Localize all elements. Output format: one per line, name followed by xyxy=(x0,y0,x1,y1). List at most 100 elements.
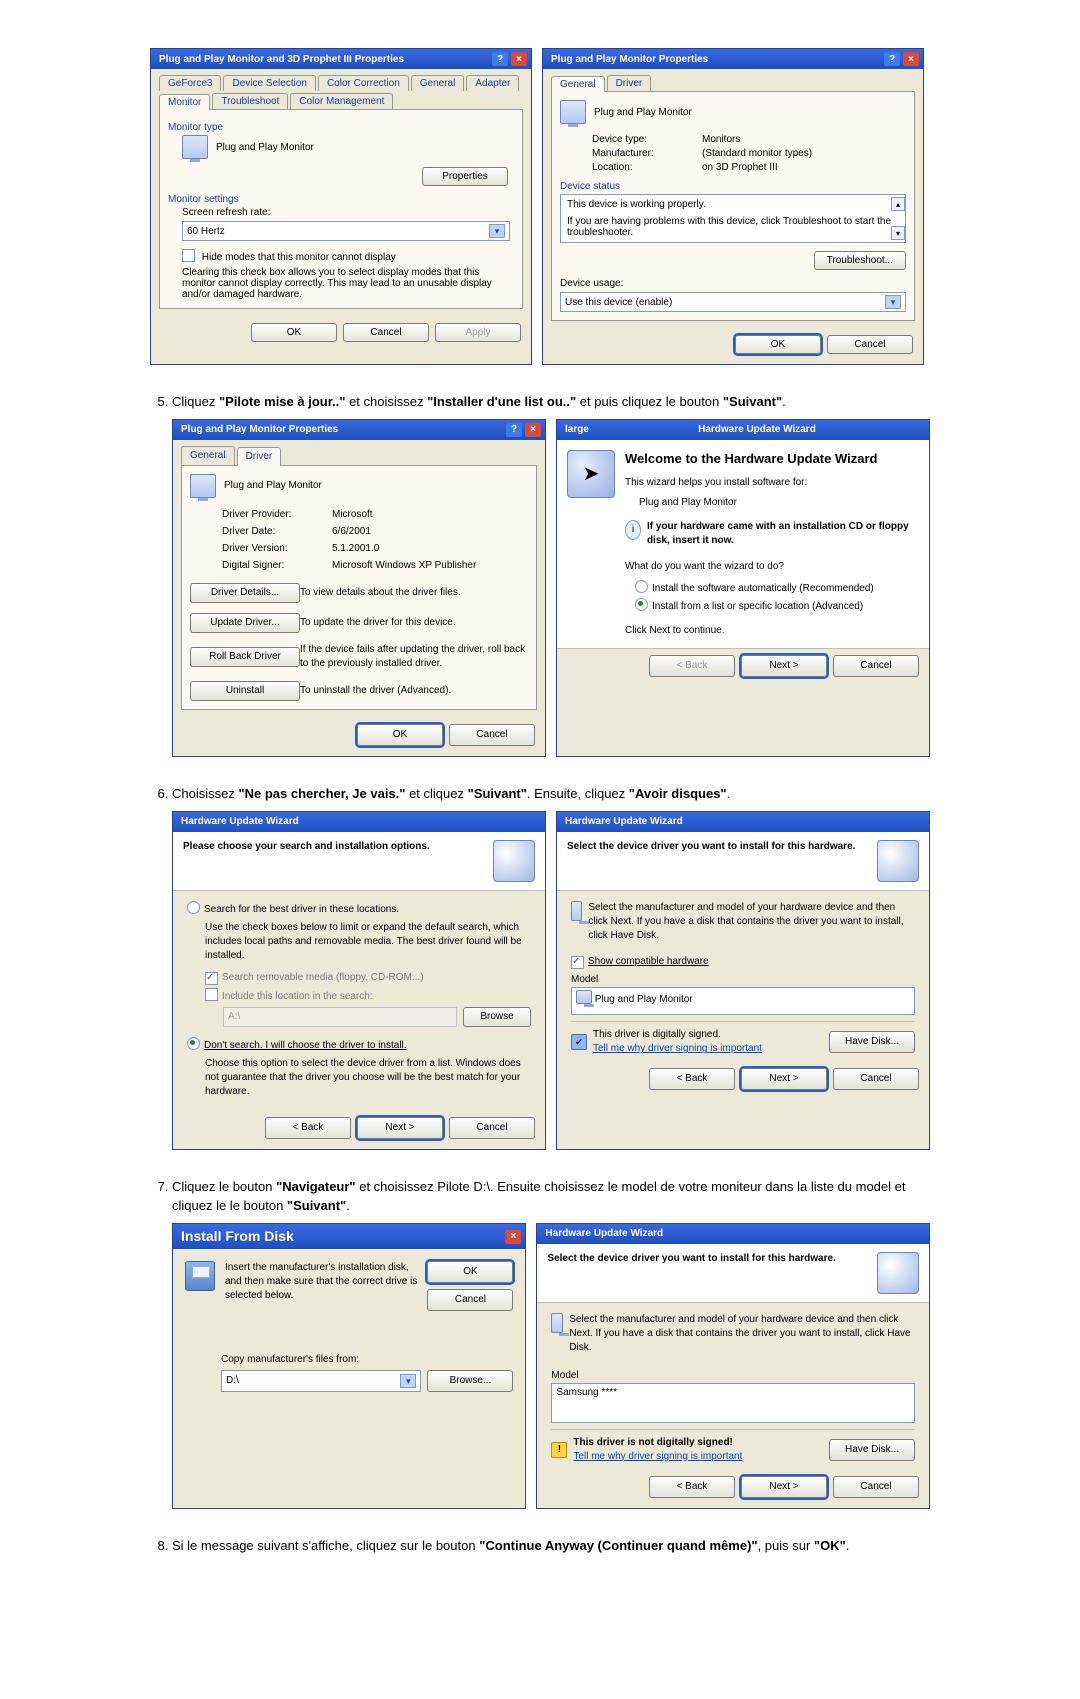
close-icon[interactable]: × xyxy=(511,52,527,66)
cancel-button[interactable]: Cancel xyxy=(343,323,429,342)
ok-button[interactable]: OK xyxy=(357,724,443,746)
browse-button[interactable]: Browse xyxy=(463,1007,531,1027)
rollback-driver-button[interactable]: Roll Back Driver xyxy=(190,647,300,667)
help-icon[interactable]: ? xyxy=(884,52,900,66)
tab-color-mgmt[interactable]: Color Management xyxy=(290,93,393,109)
wizard-icon: ➤ xyxy=(567,450,615,498)
step-5: Cliquez "Pilote mise à jour.." et choisi… xyxy=(172,393,930,757)
next-button[interactable]: Next > xyxy=(741,1476,827,1498)
cancel-button[interactable]: Cancel xyxy=(449,1117,535,1139)
cb1: Search removable media (floppy, CD-ROM..… xyxy=(222,972,424,983)
have-disk-button[interactable]: Have Disk... xyxy=(829,1031,915,1053)
radio-advanced[interactable] xyxy=(635,598,648,611)
troubleshoot-button[interactable]: Troubleshoot... xyxy=(814,251,906,270)
cancel-button[interactable]: Cancel xyxy=(827,335,913,354)
tab-adapter[interactable]: Adapter xyxy=(466,75,519,91)
model-list[interactable]: Plug and Play Monitor xyxy=(571,987,915,1015)
ok-button[interactable]: OK xyxy=(427,1261,513,1283)
window-title: Plug and Play Monitor Properties xyxy=(181,423,338,437)
path-input[interactable]: A:\ xyxy=(223,1007,457,1027)
monitor-type-label: Monitor type xyxy=(168,122,514,133)
figure-row-4: Install From Disk × Insert the manufactu… xyxy=(172,1223,930,1509)
radio-auto[interactable] xyxy=(635,580,648,593)
opt-dont-search: Don't search. I will choose the driver t… xyxy=(204,1040,407,1051)
tab-general[interactable]: General xyxy=(551,76,605,92)
tab-driver[interactable]: Driver xyxy=(607,75,652,91)
tab-device-selection[interactable]: Device Selection xyxy=(223,75,315,91)
update-driver-text: To update the driver for this device. xyxy=(300,616,528,630)
tab-driver[interactable]: Driver xyxy=(237,447,282,466)
path-value: D:\ xyxy=(226,1374,239,1388)
window-title: Hardware Update Wizard xyxy=(698,423,816,437)
radio-search[interactable] xyxy=(187,901,200,914)
cd-icon: i xyxy=(625,520,641,540)
close-icon[interactable]: × xyxy=(505,1230,521,1244)
tab-geforce3[interactable]: GeForce3 xyxy=(159,75,221,91)
cd-hint: If your hardware came with an installati… xyxy=(647,520,919,548)
next-button[interactable]: Next > xyxy=(741,655,827,677)
opt-advanced: Install from a list or specific location… xyxy=(652,601,863,612)
tab-monitor[interactable]: Monitor xyxy=(159,94,210,110)
next-button[interactable]: Next > xyxy=(357,1117,443,1139)
model-item: Plug and Play Monitor xyxy=(595,994,693,1005)
back-button[interactable]: < Back xyxy=(649,655,735,677)
update-driver-button[interactable]: Update Driver... xyxy=(190,613,300,633)
chevron-down-icon: ▾ xyxy=(489,224,505,238)
copy-label: Copy manufacturer's files from: xyxy=(221,1353,513,1367)
driver-details-button[interactable]: Driver Details... xyxy=(190,583,300,603)
model-list[interactable]: Samsung **** xyxy=(551,1383,915,1423)
back-button[interactable]: < Back xyxy=(265,1117,351,1139)
ok-button[interactable]: OK xyxy=(251,323,337,342)
uninstall-button[interactable]: Uninstall xyxy=(190,681,300,701)
wizard-icon xyxy=(493,840,535,882)
cancel-button[interactable]: Cancel xyxy=(833,1476,919,1498)
help-icon[interactable]: ? xyxy=(506,423,522,437)
ver-label: Driver Version: xyxy=(222,542,332,556)
figure-row-2: Plug and Play Monitor Properties ? × Gen… xyxy=(172,419,930,757)
signing-link[interactable]: Tell me why driver signing is important xyxy=(573,1451,742,1462)
cancel-button[interactable]: Cancel xyxy=(427,1289,513,1311)
refresh-dropdown[interactable]: 60 Hertz ▾ xyxy=(182,221,510,241)
back-button[interactable]: < Back xyxy=(649,1476,735,1498)
usage-label: Device usage: xyxy=(560,278,906,289)
properties-button[interactable]: Properties xyxy=(422,167,508,186)
tab-general[interactable]: General xyxy=(411,75,465,91)
cb-removable[interactable] xyxy=(205,972,218,985)
signing-link[interactable]: Tell me why driver signing is important xyxy=(593,1043,762,1054)
help-icon[interactable]: ? xyxy=(492,52,508,66)
scroll-up-icon[interactable]: ▴ xyxy=(891,197,905,211)
radio-dont-search[interactable] xyxy=(187,1037,200,1050)
usage-dropdown[interactable]: Use this device (enable) ▾ xyxy=(560,292,906,312)
next-button[interactable]: Next > xyxy=(741,1068,827,1090)
close-icon[interactable]: × xyxy=(525,423,541,437)
cb-location[interactable] xyxy=(205,988,218,1001)
sign-label: Digital Signer: xyxy=(222,559,332,573)
floppy-icon xyxy=(185,1261,215,1291)
devtype: Monitors xyxy=(702,134,906,145)
cancel-button[interactable]: Cancel xyxy=(833,1068,919,1090)
have-disk-button[interactable]: Have Disk... xyxy=(829,1439,915,1461)
titlebar: Plug and Play Monitor Properties ? × xyxy=(543,49,923,69)
tab-color-correction[interactable]: Color Correction xyxy=(318,75,409,91)
apply-button[interactable]: Apply xyxy=(435,323,521,342)
cancel-button[interactable]: Cancel xyxy=(833,655,919,677)
cancel-button[interactable]: Cancel xyxy=(449,724,535,746)
device-header: Plug and Play Monitor xyxy=(224,479,322,493)
button-row: OK Cancel Apply xyxy=(151,317,531,352)
tab-general[interactable]: General xyxy=(181,446,235,465)
wizard-icon xyxy=(877,1252,919,1294)
back-button[interactable]: < Back xyxy=(649,1068,735,1090)
wizard-heading: Please choose your search and installati… xyxy=(183,840,430,882)
browse-button[interactable]: Browse... xyxy=(427,1370,513,1392)
scroll-down-icon[interactable]: ▾ xyxy=(891,226,905,240)
path-dropdown[interactable]: D:\ ▾ xyxy=(221,1370,421,1392)
figure-row-3: Hardware Update Wizard Please choose you… xyxy=(172,811,930,1150)
monitor-icon xyxy=(551,1313,563,1333)
close-icon[interactable]: × xyxy=(903,52,919,66)
tab-troubleshoot[interactable]: Troubleshoot xyxy=(212,93,288,109)
hide-modes-checkbox[interactable] xyxy=(182,249,195,262)
monitor-settings-label: Monitor settings xyxy=(168,194,514,205)
ok-button[interactable]: OK xyxy=(735,335,821,354)
window-title: Plug and Play Monitor and 3D Prophet III… xyxy=(159,54,404,65)
compat-checkbox[interactable] xyxy=(571,956,584,969)
